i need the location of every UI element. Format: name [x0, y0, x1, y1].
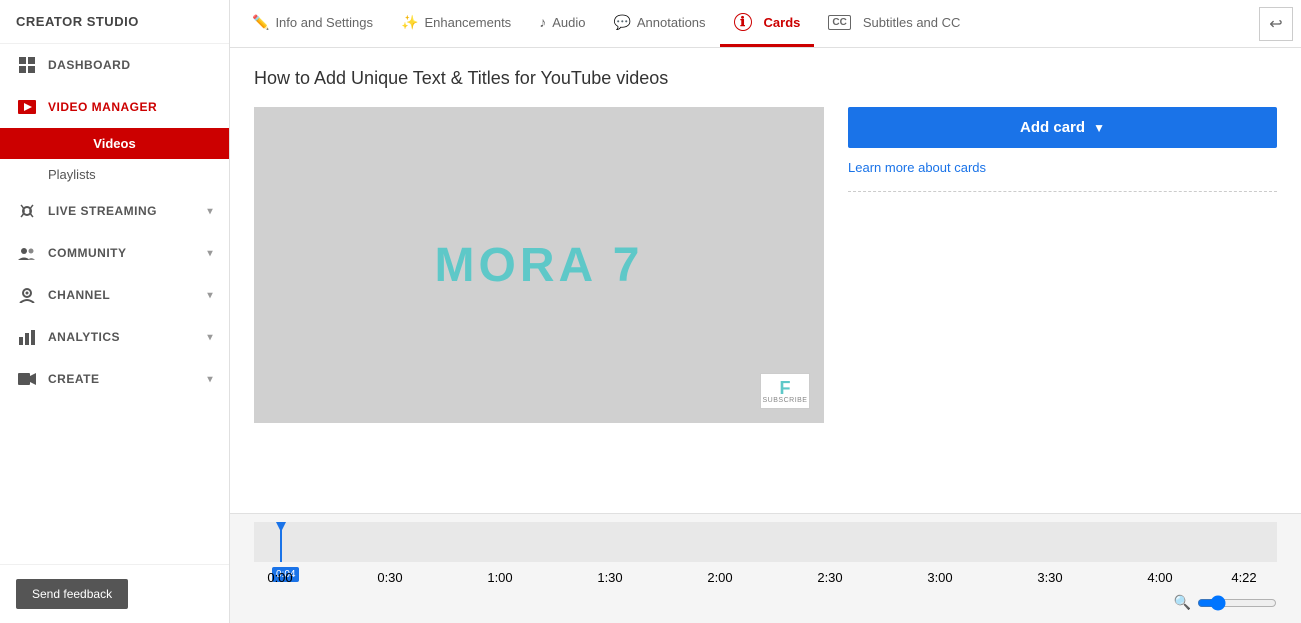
cc-icon: CC	[828, 15, 850, 30]
video-player-text: MORA 7	[435, 238, 644, 293]
sidebar-item-videos-label: Videos	[93, 136, 135, 151]
tab-cards[interactable]: ℹ Cards	[720, 0, 815, 47]
editor-layout: MORA 7 F SUBSCRIBE Add card ▼ Learn more…	[254, 107, 1277, 423]
sidebar-item-dashboard[interactable]: DASHBOARD	[0, 44, 229, 86]
dashboard-icon	[16, 54, 38, 76]
sidebar-item-community-label: COMMUNITY	[48, 246, 127, 260]
zoom-out-icon[interactable]: 🔍	[1174, 594, 1191, 611]
timeline-track[interactable]: 0:04	[254, 522, 1277, 562]
timeline-zoom: 🔍	[254, 594, 1277, 611]
video-player[interactable]: MORA 7 F SUBSCRIBE	[254, 107, 824, 423]
annotations-icon: 💬	[613, 14, 630, 31]
chevron-icon: ▾	[207, 374, 213, 385]
tab-audio[interactable]: ♪ Audio	[525, 0, 599, 47]
tab-enhancements[interactable]: ✨ Enhancements	[387, 0, 525, 47]
feedback-section: Send feedback	[0, 564, 229, 623]
tab-bar: ✏️ Info and Settings ✨ Enhancements ♪ Au…	[230, 0, 1301, 48]
chevron-icon: ▾	[207, 332, 213, 343]
sidebar-item-live-streaming-label: LIVE STREAMING	[48, 204, 157, 218]
cards-divider	[848, 191, 1277, 192]
video-manager-icon	[16, 96, 38, 118]
ruler-mark-130: 1:30	[597, 570, 622, 585]
add-card-button[interactable]: Add card ▼	[848, 107, 1277, 148]
sidebar-item-community[interactable]: COMMUNITY ▾	[0, 232, 229, 274]
sidebar-item-videos[interactable]: Videos	[0, 128, 229, 159]
cards-panel: Add card ▼ Learn more about cards	[848, 107, 1277, 423]
community-icon	[16, 242, 38, 264]
analytics-icon	[16, 326, 38, 348]
ruler-mark-30: 0:30	[377, 570, 402, 585]
channel-icon	[16, 284, 38, 306]
create-icon	[16, 368, 38, 390]
sidebar-item-create-label: CREATE	[48, 372, 99, 386]
timeline-playhead	[280, 522, 282, 562]
content-area: How to Add Unique Text & Titles for YouT…	[230, 48, 1301, 513]
ruler-mark-0: 0:00	[267, 570, 292, 585]
sidebar: CREATOR STUDIO DASHBOARD VID	[0, 0, 230, 623]
subscribe-f-letter: F	[780, 379, 791, 397]
timeline-ruler: 0:00 0:30 1:00 1:30 2:00 2:30 3:00 3:30 …	[254, 570, 1277, 590]
sidebar-item-channel-label: CHANNEL	[48, 288, 110, 302]
enhancements-icon: ✨	[401, 14, 418, 31]
sidebar-item-analytics-label: ANALYTICS	[48, 330, 120, 344]
dropdown-arrow-icon: ▼	[1093, 121, 1105, 135]
tab-annotations[interactable]: 💬 Annotations	[599, 0, 719, 47]
sidebar-item-analytics[interactable]: ANALYTICS ▾	[0, 316, 229, 358]
subscribe-label: SUBSCRIBE	[763, 397, 808, 404]
subscribe-watermark: F SUBSCRIBE	[760, 373, 810, 409]
sidebar-item-dashboard-label: DASHBOARD	[48, 58, 131, 72]
video-title: How to Add Unique Text & Titles for YouT…	[254, 68, 1277, 89]
tab-subtitles-cc[interactable]: CC Subtitles and CC	[814, 0, 974, 47]
ruler-mark-200: 2:00	[707, 570, 732, 585]
sidebar-item-video-manager-label: VIDEO MANAGER	[48, 100, 157, 114]
zoom-slider[interactable]	[1197, 595, 1277, 611]
back-button[interactable]: ↩	[1259, 7, 1293, 41]
sidebar-nav: DASHBOARD VIDEO MANAGER Videos Playlists	[0, 44, 229, 564]
chevron-icon: ▾	[207, 290, 213, 301]
cards-icon: ℹ	[734, 13, 752, 31]
audio-icon: ♪	[539, 14, 546, 30]
sidebar-item-channel[interactable]: CHANNEL ▾	[0, 274, 229, 316]
learn-more-link[interactable]: Learn more about cards	[848, 160, 1277, 175]
ruler-mark-422: 4:22	[1231, 570, 1256, 585]
chevron-icon: ▾	[207, 248, 213, 259]
sidebar-item-playlists[interactable]: Playlists	[0, 159, 229, 190]
timeline-area: 0:04 0:00 0:30 1:00 1:30 2:00 2:30 3:00 …	[230, 513, 1301, 623]
chevron-icon: ▾	[207, 206, 213, 217]
sidebar-item-create[interactable]: CREATE ▾	[0, 358, 229, 400]
tab-info-settings[interactable]: ✏️ Info and Settings	[238, 0, 387, 47]
ruler-mark-300: 3:00	[927, 570, 952, 585]
sidebar-item-live-streaming[interactable]: LIVE STREAMING ▾	[0, 190, 229, 232]
ruler-mark-400: 4:00	[1147, 570, 1172, 585]
sidebar-item-video-manager[interactable]: VIDEO MANAGER	[0, 86, 229, 128]
ruler-mark-100: 1:00	[487, 570, 512, 585]
ruler-mark-330: 3:30	[1037, 570, 1062, 585]
live-streaming-icon	[16, 200, 38, 222]
ruler-mark-230: 2:30	[817, 570, 842, 585]
main-area: ✏️ Info and Settings ✨ Enhancements ♪ Au…	[230, 0, 1301, 623]
send-feedback-button[interactable]: Send feedback	[16, 579, 128, 609]
edit-icon: ✏️	[252, 14, 269, 31]
sidebar-item-playlists-label: Playlists	[48, 167, 96, 182]
app-logo: CREATOR STUDIO	[0, 0, 229, 44]
